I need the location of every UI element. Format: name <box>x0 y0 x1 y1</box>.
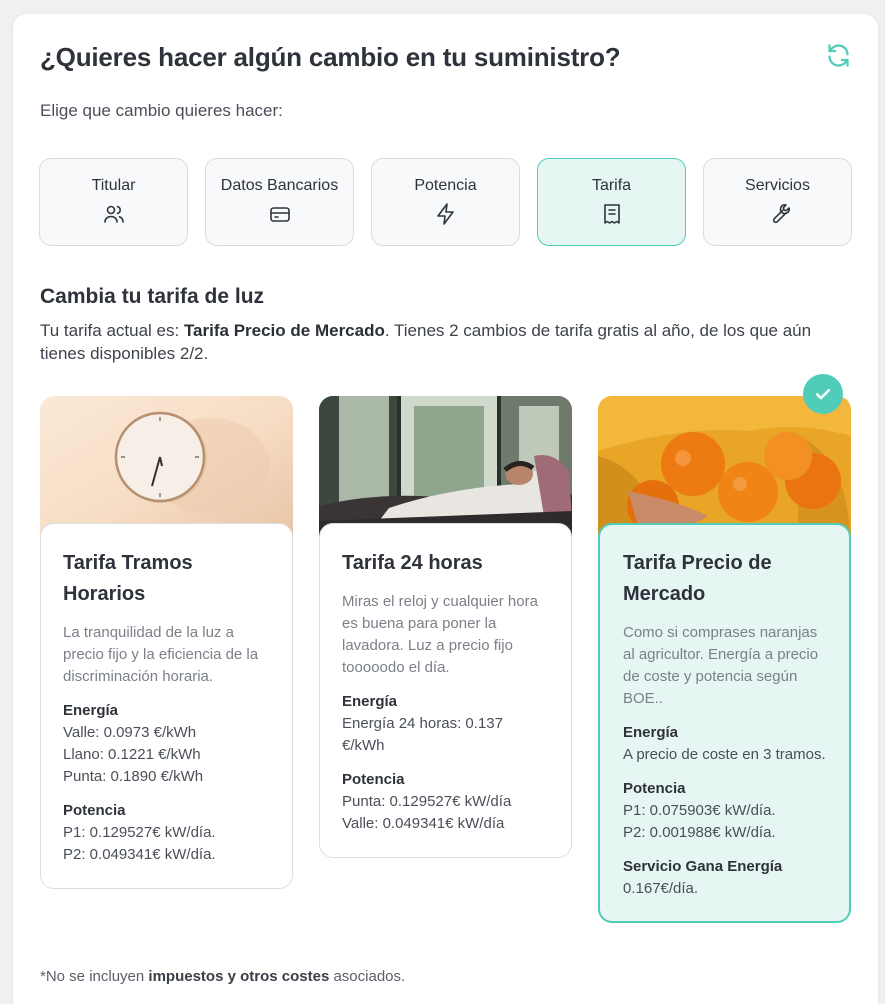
taxes-footnote: *No se incluyen impuestos y otros costes… <box>40 968 405 985</box>
power-heading: Potencia <box>342 771 405 788</box>
footnote-bold: impuestos y otros costes <box>148 968 330 985</box>
option-titular[interactable]: Titular <box>39 158 188 246</box>
choose-change-text: Elige que cambio quieres hacer: <box>40 101 283 120</box>
power-line: Valle: 0.049341€ kW/día <box>342 815 505 832</box>
option-label: Tarifa <box>591 177 632 194</box>
option-servicios[interactable]: Servicios <box>703 158 852 246</box>
section-title: Cambia tu tarifa de luz <box>40 285 265 308</box>
tariff-description: Miras el reloj y cualquier hora es buena… <box>342 593 538 676</box>
users-icon <box>103 205 124 223</box>
energy-line: A precio de coste en 3 tramos. <box>623 746 826 763</box>
tariff-description: La tranquilidad de la luz a precio fijo … <box>63 624 259 685</box>
refresh-icon[interactable] <box>825 42 852 69</box>
option-label: Datos Bancarios <box>220 177 339 194</box>
tariff-title: Tarifa 24 horas <box>342 552 483 574</box>
energy-heading: Energía <box>623 724 679 741</box>
energy-line: Energía 24 horas: 0.137 €/kWh <box>342 715 503 754</box>
service-heading: Servicio Gana Energía <box>623 858 783 875</box>
current-tariff-text: Tu tarifa actual es: Tarifa Precio de Me… <box>40 319 860 365</box>
tariff-card-body: Tarifa 24 horas Miras el reloj y cualqui… <box>319 523 572 858</box>
service-line: 0.167€/día. <box>623 880 699 897</box>
power-line: P2: 0.049341€ kW/día. <box>63 846 216 863</box>
option-label: Potencia <box>414 177 477 194</box>
tariff-card-body: Tarifa Tramos Horarios La tranquilidad d… <box>40 523 293 889</box>
power-heading: Potencia <box>63 802 126 819</box>
energy-line: Punta: 0.1890 €/kWh <box>63 768 204 785</box>
option-label: Titular <box>91 177 136 194</box>
footnote-suffix: asociados. <box>329 968 406 985</box>
page-title: ¿Quieres hacer algún cambio en tu sumini… <box>40 42 621 72</box>
current-tariff-prefix: Tu tarifa actual es: <box>40 321 184 340</box>
power-heading: Potencia <box>623 780 686 797</box>
credit-card-icon <box>269 207 290 222</box>
tariff-title: Tarifa Tramos Horarios <box>63 552 193 605</box>
option-tarifa[interactable]: Tarifa <box>537 158 686 246</box>
energy-line: Llano: 0.1221 €/kWh <box>63 746 201 763</box>
wrench-icon <box>772 203 790 224</box>
option-datos-bancarios[interactable]: Datos Bancarios <box>205 158 354 246</box>
energy-heading: Energía <box>342 693 398 710</box>
tariff-card-body: Tarifa Precio de Mercado Como si compras… <box>598 523 851 923</box>
energy-heading: Energía <box>63 702 119 719</box>
receipt-icon <box>603 204 620 224</box>
power-line: P1: 0.129527€ kW/día. <box>63 824 216 841</box>
option-label: Servicios <box>745 177 810 194</box>
power-line: P1: 0.075903€ kW/día. <box>623 802 776 819</box>
lightning-icon <box>436 203 454 225</box>
selected-check-icon <box>803 374 843 414</box>
tariff-title: Tarifa Precio de Mercado <box>623 552 772 605</box>
power-line: Punta: 0.129527€ kW/día <box>342 793 512 810</box>
tariff-description: Como si comprases naranjas al agricultor… <box>623 624 819 707</box>
option-potencia[interactable]: Potencia <box>371 158 520 246</box>
footnote-prefix: *No se incluyen <box>40 968 149 985</box>
power-line: P2: 0.001988€ kW/día. <box>623 824 776 841</box>
current-tariff-name: Tarifa Precio de Mercado <box>183 321 385 340</box>
energy-line: Valle: 0.0973 €/kWh <box>63 724 197 741</box>
